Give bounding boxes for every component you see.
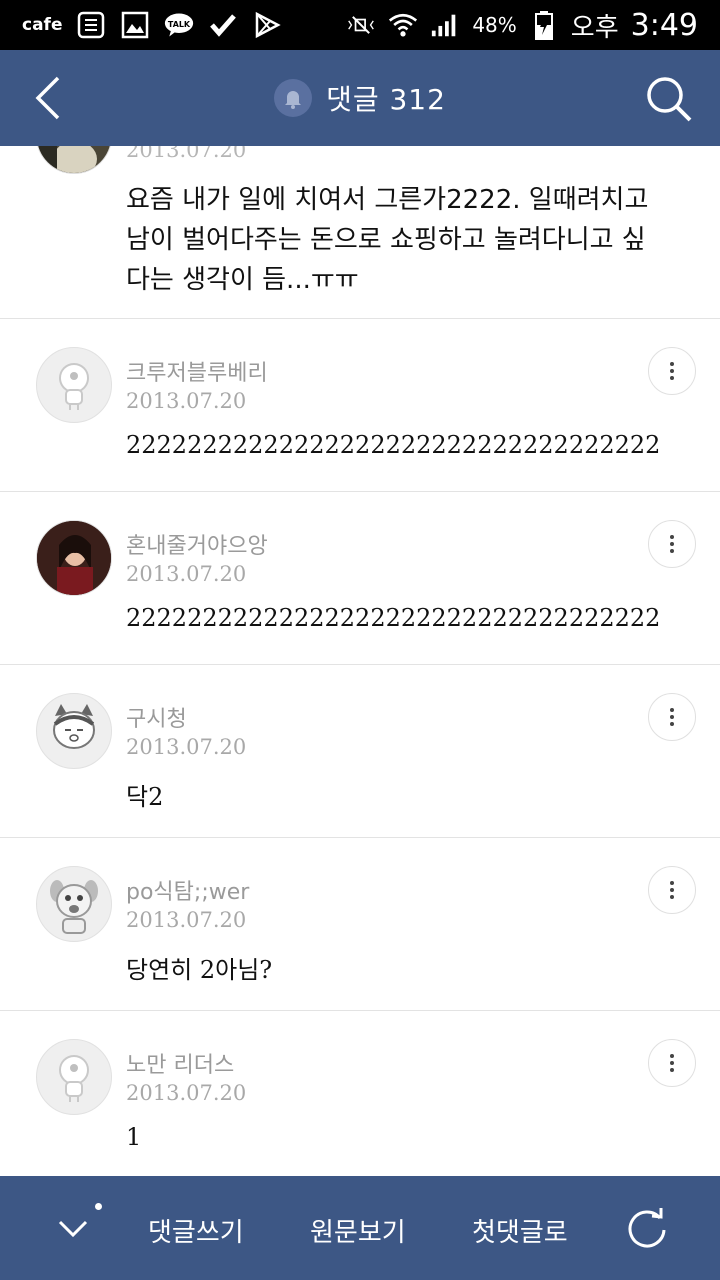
wifi-icon bbox=[388, 10, 418, 40]
page-title: 댓글 312 bbox=[326, 83, 446, 116]
more-options-button[interactable] bbox=[648, 520, 696, 568]
more-options-button[interactable] bbox=[648, 347, 696, 395]
status-time: 3:49 bbox=[630, 7, 698, 43]
refresh-button[interactable] bbox=[624, 1204, 670, 1250]
more-options-button[interactable] bbox=[648, 866, 696, 914]
list-item: 노만 리더스 2013.07.20 1 bbox=[0, 1011, 720, 1176]
photo-avatar-icon bbox=[37, 521, 111, 595]
status-app-label: cafe bbox=[22, 15, 63, 35]
view-original-button[interactable]: 원문보기 bbox=[310, 1212, 406, 1249]
comment-text: 1 bbox=[126, 1123, 142, 1151]
collapse-button[interactable] bbox=[50, 1206, 96, 1252]
notification-dot bbox=[95, 1203, 102, 1210]
avatar[interactable] bbox=[36, 866, 112, 942]
comment-text: 22222222222222222222222222222222222 bbox=[126, 604, 661, 632]
list-item: 크루저블루베리 2013.07.20 222222222222222222222… bbox=[0, 319, 720, 492]
comment-author[interactable]: 노만 리더스 bbox=[126, 1047, 234, 1079]
avatar[interactable] bbox=[36, 520, 112, 596]
avatar[interactable] bbox=[36, 693, 112, 769]
comment-author[interactable]: 크루저블루베리 bbox=[126, 355, 268, 387]
status-ampm: 오후 bbox=[570, 12, 619, 43]
image-icon bbox=[120, 10, 150, 40]
comment-date: 2013.07.20 bbox=[126, 1081, 247, 1105]
comment-date: 2013.07.20 bbox=[126, 389, 247, 413]
play-store-icon bbox=[252, 10, 282, 40]
svg-text:TALK: TALK bbox=[168, 20, 191, 29]
comment-author[interactable]: 구시청 bbox=[126, 701, 187, 733]
bottom-toolbar: 댓글쓰기 원문보기 첫댓글로 bbox=[0, 1176, 720, 1280]
battery-percent: 48% bbox=[472, 13, 517, 37]
dog-character-icon bbox=[50, 880, 98, 934]
status-bar: cafe TALK 48% 오후 3:49 bbox=[0, 0, 720, 50]
comment-date: 2013.07.20 bbox=[126, 908, 247, 932]
avatar[interactable] bbox=[36, 347, 112, 423]
comment-date: 2013.07.20 bbox=[126, 562, 247, 586]
comment-text: 22222222222222222222222222222222222 bbox=[126, 431, 661, 459]
list-item: po식탐;;wer 2013.07.20 당연히 2아님? bbox=[0, 838, 720, 1011]
list-item: 2013.07.20 요즘 내가 일에 치여서 그른가2222. 일때려치고 남… bbox=[0, 146, 720, 319]
list-item: 구시청 2013.07.20 닥2 bbox=[0, 665, 720, 838]
signal-icon bbox=[430, 10, 460, 40]
search-icon bbox=[647, 77, 692, 122]
check-icon bbox=[208, 10, 238, 40]
cat-character-icon bbox=[53, 704, 95, 749]
talk-icon: TALK bbox=[164, 10, 194, 40]
comments-header: 댓글 312 bbox=[0, 50, 720, 146]
bell-icon bbox=[285, 91, 302, 109]
comment-text: 닥2 bbox=[126, 783, 164, 811]
write-comment-button[interactable]: 댓글쓰기 bbox=[148, 1212, 244, 1249]
avatar[interactable] bbox=[36, 146, 112, 174]
default-character-icon bbox=[59, 1055, 89, 1102]
refresh-icon bbox=[628, 1208, 666, 1248]
battery-icon bbox=[529, 10, 559, 40]
comment-text: 당연히 2아님? bbox=[126, 956, 273, 984]
default-character-icon bbox=[59, 363, 89, 410]
chevron-down-icon bbox=[58, 1220, 88, 1238]
comment-date: 2013.07.20 bbox=[126, 735, 247, 759]
avatar[interactable] bbox=[36, 1039, 112, 1115]
comment-author[interactable]: 혼내줄거야으앙 bbox=[126, 528, 268, 560]
comment-author[interactable]: po식탐;;wer bbox=[126, 874, 249, 906]
mute-icon bbox=[346, 10, 376, 40]
more-options-button[interactable] bbox=[648, 693, 696, 741]
list-icon bbox=[76, 10, 106, 40]
more-options-button[interactable] bbox=[648, 1039, 696, 1087]
comment-list[interactable]: 2013.07.20 요즘 내가 일에 치여서 그른가2222. 일때려치고 남… bbox=[0, 146, 720, 1176]
comment-text: 요즘 내가 일에 치여서 그른가2222. 일때려치고 남이 벌어다주는 돈으로… bbox=[126, 185, 649, 295]
comment-date: 2013.07.20 bbox=[126, 146, 247, 162]
first-comment-button[interactable]: 첫댓글로 bbox=[472, 1212, 568, 1249]
list-item: 혼내줄거야으앙 2013.07.20 222222222222222222222… bbox=[0, 492, 720, 665]
search-button[interactable] bbox=[644, 74, 694, 124]
notification-bell-button[interactable] bbox=[274, 79, 313, 117]
